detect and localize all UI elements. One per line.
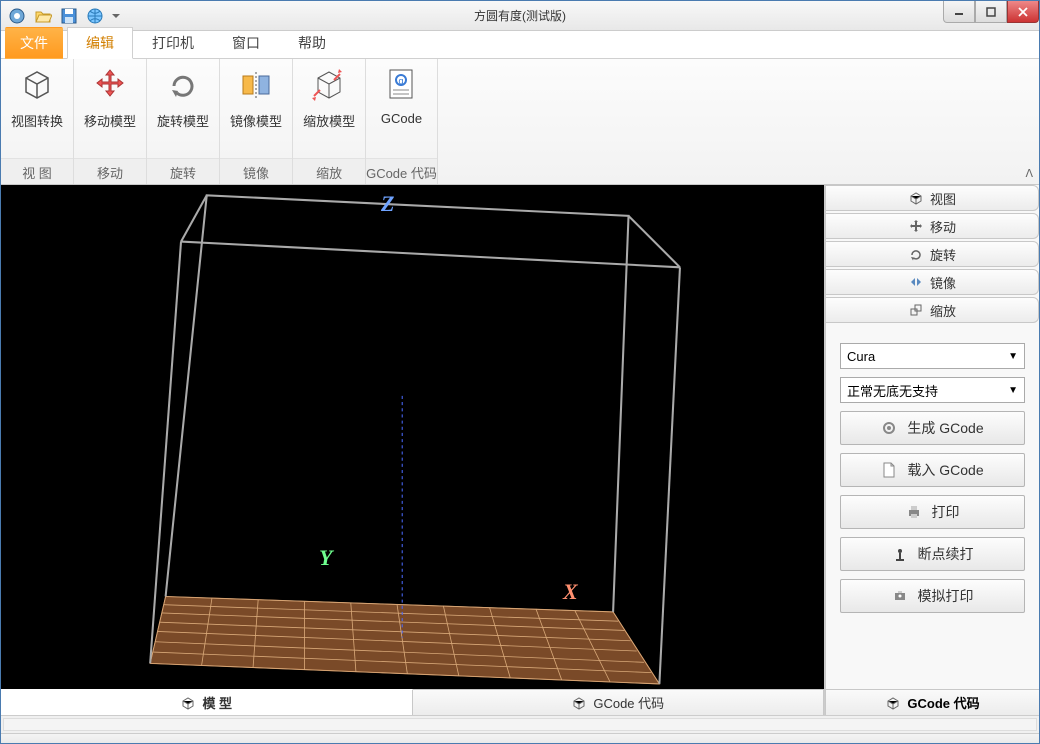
axis-z-label: Z [381, 191, 394, 217]
sim-icon [892, 588, 908, 604]
maximize-button[interactable] [975, 1, 1007, 23]
cube-icon [17, 65, 57, 105]
ribbon-group-rotate: 旋转模型 旋转 [147, 59, 220, 184]
qat-home-icon[interactable] [5, 4, 29, 28]
menutab-edit[interactable]: 编辑 [67, 27, 133, 59]
rp-tab-move[interactable]: 移动 [826, 213, 1039, 239]
print-button[interactable]: 打印 [840, 495, 1025, 529]
ribbon-view-transform[interactable]: 视图转换 [1, 61, 73, 158]
scale-icon [908, 302, 924, 318]
ribbon-group-move: 移动模型 移动 [74, 59, 147, 184]
rp-tab-view[interactable]: 视图 [826, 185, 1039, 211]
menutab-printer[interactable]: 打印机 [133, 27, 213, 59]
cube-icon [180, 695, 196, 711]
resume-print-button[interactable]: 断点续打 [840, 537, 1025, 571]
rotate-icon [908, 246, 924, 262]
move-icon [908, 218, 924, 234]
cube-icon [908, 190, 924, 206]
rp-bottom-tab-gcode[interactable]: GCode 代码 [826, 689, 1039, 715]
ribbon-rotate-model[interactable]: 旋转模型 [147, 61, 219, 158]
load-gcode-button[interactable]: 载入 GCode [840, 453, 1025, 487]
ribbon-group-view: 视图转换 视 图 [1, 59, 74, 184]
horizontal-scrollbar[interactable] [1, 715, 1039, 733]
cube-icon [571, 695, 587, 711]
window-title: 方圆有度(测试版) [1, 7, 1039, 24]
ribbon-group-gcode: g GCode GCode 代码 [366, 59, 438, 184]
viewport-bottom-tabs: 模 型 GCode 代码 [1, 689, 824, 715]
3d-viewport[interactable]: Z Y X [1, 185, 824, 689]
ribbon-collapse-button[interactable]: ᐱ [1025, 167, 1033, 180]
quick-access-toolbar [1, 4, 127, 28]
right-panel: 视图 移动 旋转 镜像 缩放 Cura ▼ [825, 185, 1039, 715]
rp-tab-rotate[interactable]: 旋转 [826, 241, 1039, 267]
statusbar [1, 733, 1039, 743]
ribbon-group-scale: 缩放模型 缩放 [293, 59, 366, 184]
rotate-icon [163, 65, 203, 105]
move-icon [90, 65, 130, 105]
cube-icon [885, 695, 901, 711]
menutab-file[interactable]: 文件 [5, 27, 63, 59]
viewport-wrap: Z Y X 模 型 GCode 代码 [1, 185, 825, 715]
gcode-icon: g [381, 65, 421, 105]
qat-customize-dropdown[interactable] [109, 4, 123, 28]
ribbon-gcode[interactable]: g GCode [371, 61, 432, 158]
doc-icon [881, 462, 897, 478]
chevron-down-icon: ▼ [1008, 351, 1018, 362]
mirror-icon [236, 65, 276, 105]
qat-open-icon[interactable] [31, 4, 55, 28]
qat-save-icon[interactable] [57, 4, 81, 28]
build-volume-wireframe [1, 185, 824, 689]
ribbon-group-mirror: 镜像模型 镜像 [220, 59, 293, 184]
gear-icon [881, 420, 897, 436]
printer-icon [906, 504, 922, 520]
rp-tab-scale[interactable]: 缩放 [826, 297, 1039, 323]
mirror-icon [908, 274, 924, 290]
ribbon-mirror-model[interactable]: 镜像模型 [220, 61, 292, 158]
bottom-tab-gcode[interactable]: GCode 代码 [413, 690, 825, 715]
rp-tab-mirror[interactable]: 镜像 [826, 269, 1039, 295]
app-window: 方圆有度(测试版) 文件 编辑 打印机 窗口 帮助 视图转换 视 图 [0, 0, 1040, 744]
window-controls [943, 1, 1039, 23]
scale-icon [309, 65, 349, 105]
close-button[interactable] [1007, 1, 1039, 23]
rp-content: Cura ▼ 正常无底无支持 ▼ 生成 GCode 载入 GCode [826, 325, 1039, 689]
resume-icon [892, 546, 908, 562]
scroll-track[interactable] [3, 718, 1037, 731]
svg-text:g: g [399, 76, 404, 86]
axis-x-label: X [563, 579, 578, 605]
ribbon-scale-model[interactable]: 缩放模型 [293, 61, 365, 158]
minimize-button[interactable] [943, 1, 975, 23]
slicer-select[interactable]: Cura ▼ [840, 343, 1025, 369]
axis-y-label: Y [319, 545, 332, 571]
menutab-window[interactable]: 窗口 [213, 27, 279, 59]
profile-select[interactable]: 正常无底无支持 ▼ [840, 377, 1025, 403]
simulate-print-button[interactable]: 模拟打印 [840, 579, 1025, 613]
menu-tabs: 文件 编辑 打印机 窗口 帮助 [1, 31, 1039, 59]
qat-globe-icon[interactable] [83, 4, 107, 28]
main-area: Z Y X 模 型 GCode 代码 视图 [1, 185, 1039, 715]
chevron-down-icon: ▼ [1008, 385, 1018, 396]
menutab-help[interactable]: 帮助 [279, 27, 345, 59]
bottom-tab-model[interactable]: 模 型 [1, 689, 413, 715]
generate-gcode-button[interactable]: 生成 GCode [840, 411, 1025, 445]
ribbon: 视图转换 视 图 移动模型 移动 [1, 59, 1039, 185]
ribbon-move-model[interactable]: 移动模型 [74, 61, 146, 158]
